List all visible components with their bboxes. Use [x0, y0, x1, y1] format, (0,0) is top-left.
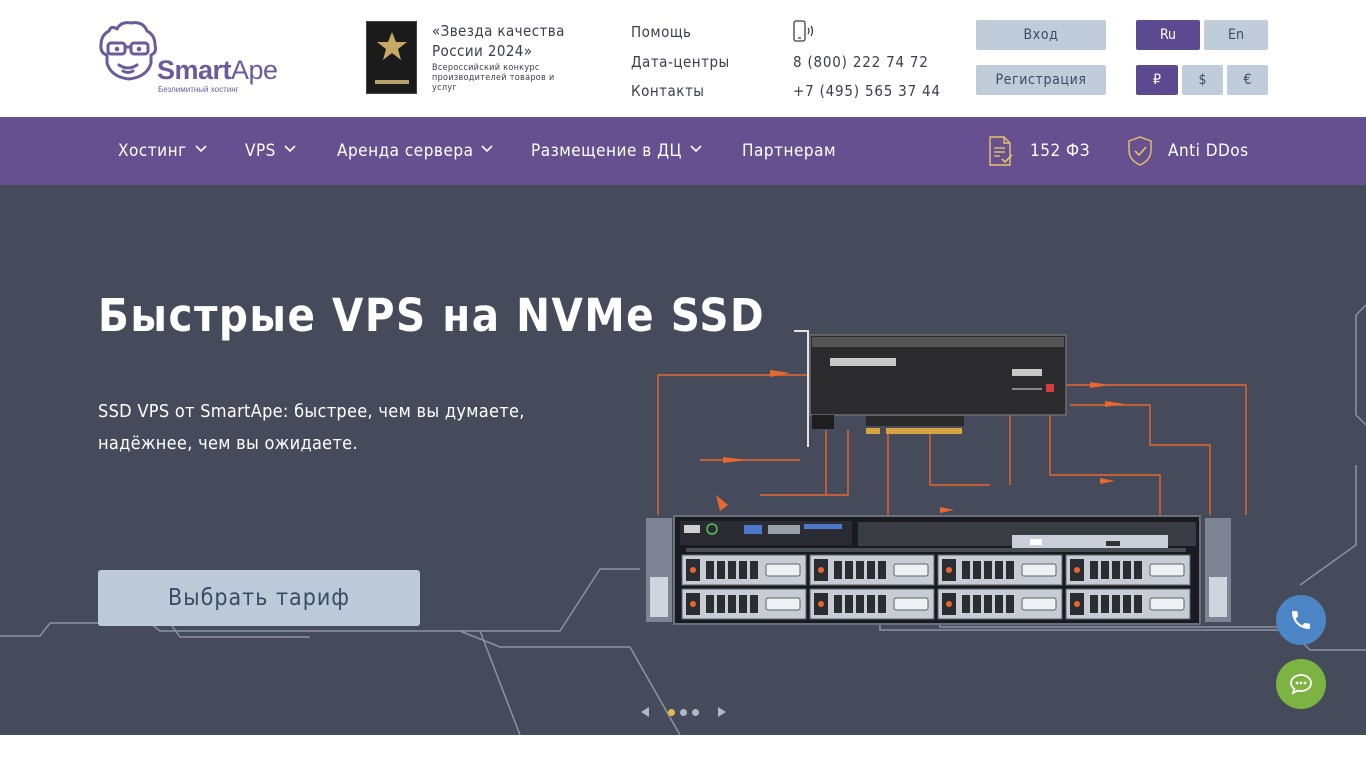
lang-ru-button[interactable]: Ru [1136, 20, 1200, 50]
drive-bay [809, 588, 935, 620]
drive-bay [809, 554, 935, 586]
link-help[interactable]: Помощь [631, 18, 730, 48]
document-check-icon [989, 136, 1013, 166]
drive-bay [681, 554, 807, 586]
phone-numbers: 8 (800) 222 74 72 +7 (495) 565 37 44 [793, 48, 941, 106]
chat-bubble-icon [1290, 674, 1312, 695]
currency-eur-button[interactable]: € [1227, 65, 1268, 95]
nav-item-hosting[interactable]: Хостинг [118, 117, 207, 185]
nav-item-label: Хостинг [118, 141, 187, 161]
nav-item-vps[interactable]: VPS [245, 117, 296, 185]
chevron-down-icon [195, 145, 207, 153]
slider-dot[interactable] [680, 709, 687, 716]
logo-wordmark: SmartApe [157, 55, 278, 85]
register-button[interactable]: Регистрация [976, 65, 1106, 95]
server-illustration [0, 304, 1366, 735]
chevron-down-icon [481, 145, 494, 153]
hero-slider: Быстрые VPS на NVMe SSD SSD VPS от Smart… [0, 185, 1366, 735]
nav-152fz-label: 152 ФЗ [1030, 141, 1091, 161]
phone-moscow[interactable]: +7 (495) 565 37 44 [793, 77, 941, 106]
slider-dot[interactable] [668, 709, 675, 716]
phone-icon [1292, 611, 1310, 629]
award-title: «Звезда качества России 2024» [432, 22, 565, 60]
currency-rub-button[interactable]: ₽ [1136, 65, 1178, 95]
site-header: SmartApe Безлимитный хостинг «Звезда кач… [0, 0, 1366, 117]
main-nav: Хостинг VPS Аренда сервера Размещение в … [0, 117, 1366, 185]
login-button[interactable]: Вход [976, 20, 1106, 50]
monkey-logo-icon [99, 21, 157, 81]
nav-item-label: Размещение в ДЦ [531, 141, 682, 161]
drive-bay [681, 588, 807, 620]
chevron-down-icon [284, 145, 296, 153]
phone-ring-icon [793, 20, 814, 42]
top-links: Помощь Дата-центры Контакты [631, 18, 730, 107]
nav-item-label: VPS [245, 141, 276, 161]
phone-tollfree[interactable]: 8 (800) 222 74 72 [793, 48, 941, 77]
drive-bay [1065, 554, 1191, 586]
nav-item-server-rent[interactable]: Аренда сервера [337, 117, 494, 185]
award-subtitle: Всероссийский конкурс производителей тов… [432, 63, 555, 93]
drive-bay [937, 588, 1063, 620]
choose-plan-button[interactable]: Выбрать тариф [98, 570, 420, 626]
site-logo[interactable]: SmartApe Безлимитный хостинг [97, 19, 282, 97]
drive-bay [1065, 588, 1191, 620]
logo-tagline: Безлимитный хостинг [158, 85, 239, 94]
nav-item-colocation[interactable]: Размещение в ДЦ [531, 117, 702, 185]
currency-usd-button[interactable]: $ [1182, 65, 1223, 95]
arrow-left-icon[interactable] [640, 706, 650, 718]
drive-bay [937, 554, 1063, 586]
award-star-icon [377, 32, 407, 60]
nav-item-label: Аренда сервера [337, 141, 474, 161]
nav-item-partners[interactable]: Партнерам [742, 117, 836, 185]
link-datacenters[interactable]: Дата-центры [631, 48, 730, 78]
shield-check-icon [1128, 136, 1152, 166]
hero-title: Быстрые VPS на NVMe SSD [98, 289, 766, 342]
arrow-right-icon[interactable] [717, 706, 727, 718]
call-button[interactable] [1276, 595, 1326, 645]
lang-en-button[interactable]: En [1204, 20, 1268, 50]
slider-dot[interactable] [692, 709, 699, 716]
nav-anti-ddos-label: Anti DDos [1168, 141, 1249, 161]
chat-button[interactable] [1276, 659, 1326, 709]
award-badge[interactable] [366, 21, 417, 94]
link-contacts[interactable]: Контакты [631, 77, 730, 107]
award-badge-bar [375, 80, 409, 84]
chevron-down-icon [690, 145, 702, 153]
hero-subtitle: SSD VPS от SmartApe: быстрее, чем вы дум… [98, 401, 525, 454]
